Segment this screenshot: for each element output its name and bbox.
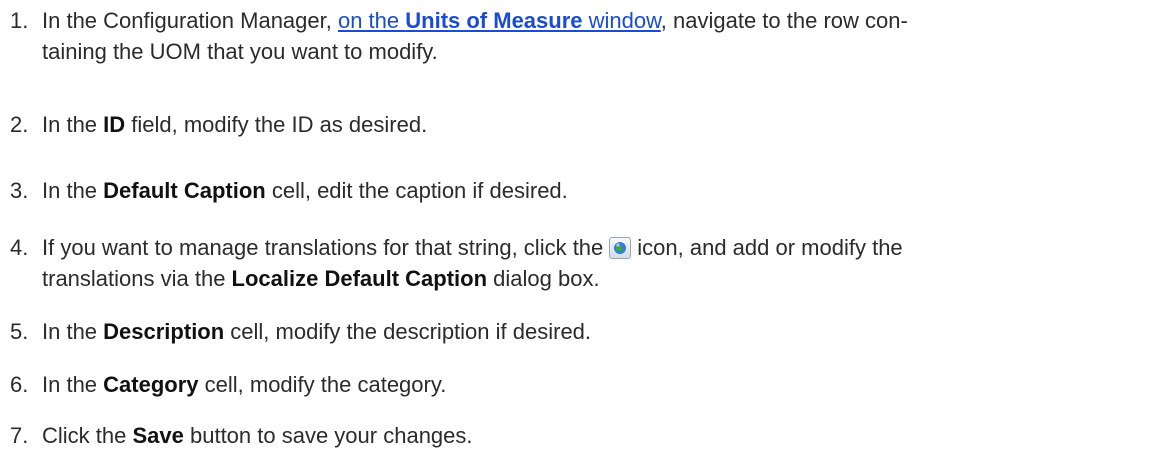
step-text: In the ID field, modify the ID as desire… — [42, 109, 1150, 140]
step-number: 2. — [10, 112, 29, 137]
step-text-pre: In the — [42, 372, 104, 397]
step-text-line2-post: dialog box. — [487, 266, 600, 291]
step-text: In the Default Caption cell, edit the ca… — [42, 175, 1150, 206]
step-text-pre: In the — [42, 112, 104, 137]
localize-globe-icon — [609, 237, 632, 259]
step-text: In the Category cell, modify the categor… — [42, 369, 1150, 400]
step-text-pre: If you want to manage translations for t… — [42, 235, 604, 260]
step-number: 5. — [10, 319, 29, 344]
step-text: If you want to manage translations for t… — [42, 232, 1150, 294]
step-text-post: field, modify the ID as desired. — [125, 112, 428, 137]
units-of-measure-link[interactable]: on the Units of Measure window — [338, 8, 661, 33]
step-text-post: button to save your changes. — [183, 423, 473, 448]
step-text: Click the Save button to save your chang… — [42, 420, 1150, 451]
link-bold[interactable]: Units of Measure — [405, 8, 582, 33]
step-text-post: , navigate to the row con- — [660, 8, 908, 33]
step-text-line2: taining the UOM that you want to modify. — [42, 39, 438, 64]
ui-term: Save — [132, 423, 184, 448]
link-post[interactable]: window — [583, 8, 661, 33]
instruction-steps: 1. In the Configuration Manager, on the … — [0, 0, 1172, 456]
step-text-post: cell, edit the caption if desired. — [265, 178, 568, 203]
step-text-post: cell, modify the category. — [198, 372, 447, 397]
step-number: 1. — [10, 8, 29, 33]
step-text-post: cell, modify the description if desired. — [224, 319, 592, 344]
link-pre[interactable]: on the — [338, 8, 405, 33]
step-number: 7. — [10, 423, 29, 448]
step-number: 4. — [10, 235, 29, 260]
step-text: In the Configuration Manager, on the Uni… — [42, 5, 1150, 67]
ui-term: Localize Default Caption — [231, 266, 488, 291]
ui-term: Description — [103, 319, 225, 344]
step-text-pre: In the — [42, 319, 104, 344]
step-text-line2-pre: translations via the — [42, 266, 232, 291]
step-number: 3. — [10, 178, 29, 203]
step-text: In the Description cell, modify the desc… — [42, 316, 1150, 347]
step-text-pre: In the — [42, 178, 104, 203]
ui-term: Default Caption — [103, 178, 266, 203]
step-number: 6. — [10, 372, 29, 397]
step-text-pre: Click the — [42, 423, 133, 448]
step-text-post: icon, and add or modify the — [637, 235, 903, 260]
ui-term: Category — [103, 372, 199, 397]
ui-term: ID — [103, 112, 126, 137]
step-text-pre: In the Configuration Manager, — [42, 8, 338, 33]
